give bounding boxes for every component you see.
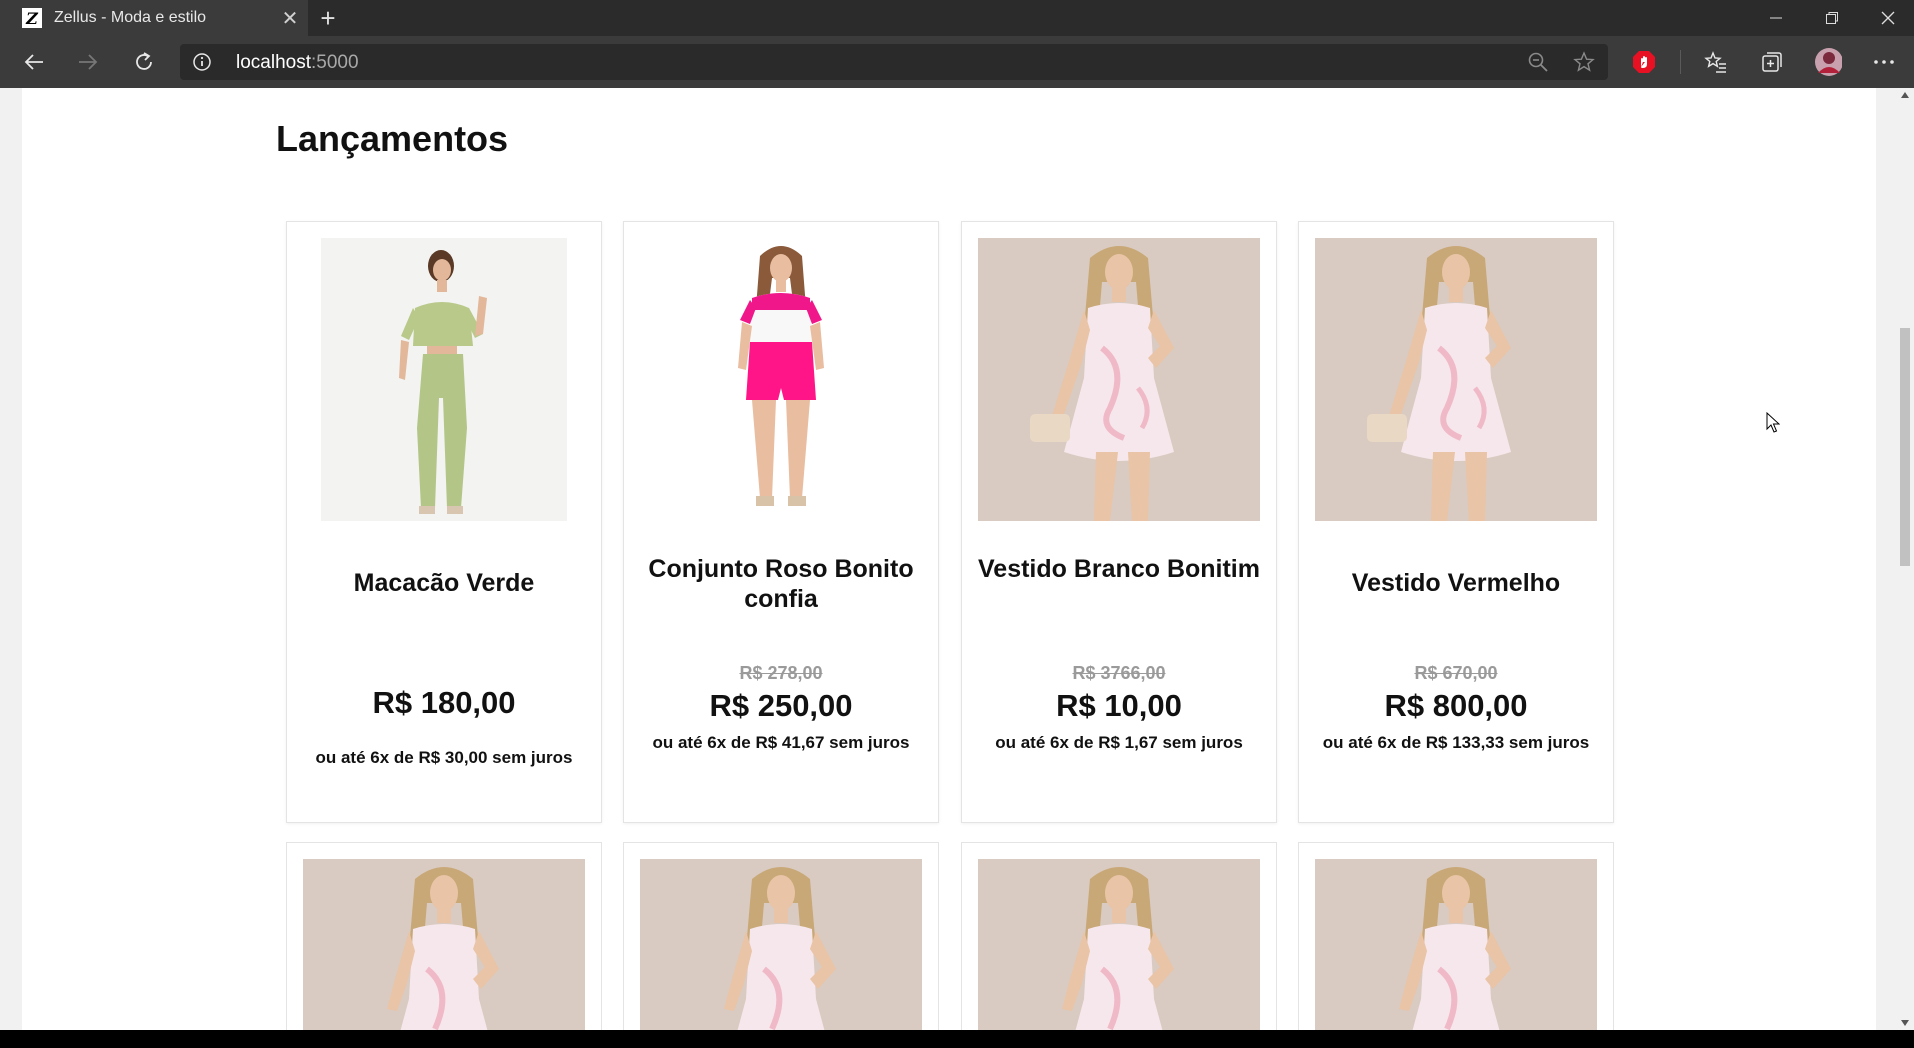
product-image[interactable] — [978, 238, 1260, 521]
product-image[interactable] — [978, 859, 1260, 1030]
product-card[interactable]: Vestido Branco Bonitim R$ 3766,00 R$ 10,… — [961, 221, 1277, 823]
product-price: R$ 800,00 — [1384, 688, 1528, 723]
close-window-button[interactable] — [1860, 0, 1914, 36]
scrollbar-thumb[interactable] — [1900, 328, 1910, 566]
product-installments: ou até 6x de R$ 41,67 sem juros — [652, 733, 910, 752]
product-card[interactable]: Conjunto Roso Bonito confia R$ 278,00 R$… — [623, 221, 939, 823]
new-tab-button[interactable]: + — [312, 0, 344, 36]
vertical-scrollbar[interactable] — [1896, 88, 1914, 1030]
toolbar-divider — [1680, 50, 1681, 74]
product-image[interactable] — [1315, 859, 1597, 1030]
product-card[interactable]: Vestido Vermelho R$ 670,00 R$ 800,00 ou … — [1298, 221, 1614, 823]
collections-icon[interactable] — [1758, 48, 1786, 76]
product-price: R$ 10,00 — [1056, 688, 1182, 723]
more-menu-icon[interactable] — [1870, 48, 1898, 76]
model-white-dress — [1315, 859, 1597, 1030]
url-port: :5000 — [311, 52, 359, 73]
scroll-down-arrow-icon[interactable] — [1901, 1020, 1909, 1026]
product-old-price: R$ 278,00 — [739, 663, 823, 683]
extension-adblock-icon[interactable] — [1630, 48, 1658, 76]
browser-titlebar: Z Zellus - Moda e estilo ✕ + — [0, 0, 1914, 36]
model-white-dress — [1315, 238, 1597, 521]
page-viewport: Lançamentos Macacão Verde R$ 180,00 ou a… — [0, 88, 1896, 1030]
model-white-dress — [978, 238, 1260, 521]
favorites-list-icon[interactable] — [1702, 48, 1730, 76]
product-old-price: R$ 3766,00 — [1072, 663, 1166, 683]
product-image[interactable] — [321, 238, 567, 521]
url-text[interactable]: localhost:5000 — [236, 52, 359, 74]
scroll-up-arrow-icon[interactable] — [1901, 92, 1909, 98]
product-card[interactable] — [1298, 842, 1614, 1030]
product-card[interactable] — [286, 842, 602, 1030]
profile-avatar[interactable] — [1814, 48, 1842, 76]
product-installments: ou até 6x de R$ 133,33 sem juros — [1322, 733, 1590, 752]
back-button[interactable] — [14, 42, 54, 82]
close-icon — [1881, 11, 1895, 25]
product-installments: ou até 6x de R$ 30,00 sem juros — [315, 748, 573, 767]
tab-title: Zellus - Moda e estilo — [54, 9, 207, 26]
restore-icon — [1826, 12, 1838, 24]
model-white-dress — [303, 859, 585, 1030]
product-price: R$ 180,00 — [372, 685, 516, 720]
product-image[interactable] — [640, 859, 922, 1030]
product-installments: ou até 6x de R$ 1,67 sem juros — [995, 733, 1243, 752]
product-image[interactable] — [1315, 238, 1597, 521]
favorite-star-icon[interactable] — [1572, 50, 1596, 74]
product-image[interactable] — [640, 238, 922, 521]
product-name[interactable]: Conjunto Roso Bonito confia — [634, 554, 928, 614]
product-name[interactable]: Macacão Verde — [297, 568, 591, 598]
product-old-price: R$ 670,00 — [1414, 663, 1498, 683]
refresh-icon — [136, 52, 152, 70]
browser-tab-active[interactable]: Z Zellus - Moda e estilo ✕ — [0, 0, 308, 36]
back-arrow-icon — [24, 54, 43, 70]
mouse-cursor-icon — [1766, 411, 1781, 439]
zoom-icon[interactable] — [1526, 50, 1550, 74]
section-title: Lançamentos — [276, 118, 509, 159]
restore-button[interactable] — [1804, 0, 1860, 36]
tab-close-icon[interactable]: ✕ — [272, 6, 308, 31]
model-pink-shorts — [640, 238, 922, 521]
site-info-icon[interactable] — [192, 52, 212, 72]
product-image[interactable] — [303, 859, 585, 1030]
forward-button[interactable] — [68, 42, 108, 82]
product-card[interactable] — [623, 842, 939, 1030]
taskbar-edge — [0, 1030, 1914, 1048]
forward-arrow-icon — [79, 54, 98, 70]
model-green-jumpsuit — [321, 238, 567, 521]
product-name[interactable]: Vestido Branco Bonitim — [972, 554, 1266, 584]
address-bar[interactable]: localhost:5000 — [180, 44, 1608, 80]
browser-toolbar: localhost:5000 — [0, 36, 1914, 88]
refresh-button[interactable] — [124, 42, 164, 82]
model-white-dress — [640, 859, 922, 1030]
product-price: R$ 250,00 — [709, 688, 853, 723]
product-card[interactable]: Macacão Verde R$ 180,00 ou até 6x de R$ … — [286, 221, 602, 823]
model-white-dress — [978, 859, 1260, 1030]
minimize-icon — [1770, 17, 1782, 19]
url-host: localhost — [236, 52, 311, 73]
product-name[interactable]: Vestido Vermelho — [1309, 568, 1603, 598]
site-favicon: Z — [22, 8, 42, 28]
minimize-button[interactable] — [1748, 0, 1804, 36]
product-card[interactable] — [961, 842, 1277, 1030]
page-content: Lançamentos Macacão Verde R$ 180,00 ou a… — [22, 88, 1876, 1030]
